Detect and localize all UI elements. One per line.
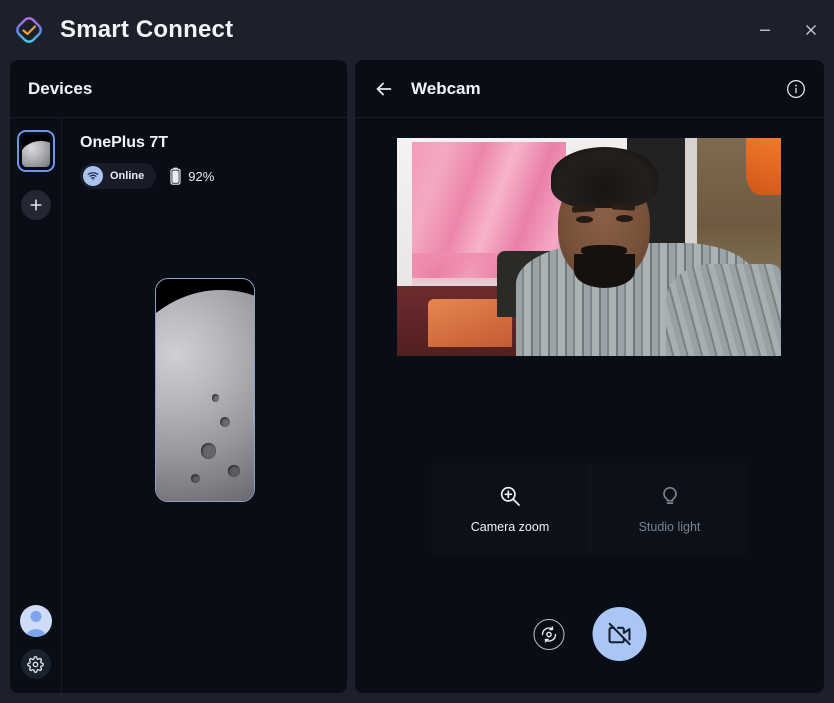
- battery-percent: 92%: [188, 169, 214, 184]
- minimize-button[interactable]: [742, 7, 788, 53]
- devices-title: Devices: [28, 79, 92, 99]
- device-name: OnePlus 7T: [80, 134, 347, 152]
- webcam-panel: Webcam: [355, 60, 824, 693]
- add-device-button[interactable]: [21, 190, 51, 220]
- smart-connect-logo-icon: [14, 15, 44, 45]
- moon-crater: [220, 417, 230, 427]
- scene-orange-cloth: [746, 138, 781, 195]
- webcam-scene: [397, 138, 781, 356]
- avatar-shoulders: [25, 629, 47, 637]
- device-info: OnePlus 7T: [62, 118, 347, 189]
- device-thumbnail-screen: [22, 135, 50, 167]
- device-rail: [10, 118, 62, 693]
- lightbulb-icon: [658, 484, 682, 508]
- phone-screen-preview[interactable]: [155, 278, 255, 502]
- battery-status: 92%: [170, 167, 214, 185]
- moon-crater: [228, 465, 240, 476]
- user-avatar-icon[interactable]: [20, 605, 52, 637]
- feature-camera-zoom-label: Camera zoom: [471, 520, 550, 534]
- main-body: Devices: [0, 60, 834, 703]
- devices-panel: Devices: [10, 60, 347, 693]
- devices-panel-body: OnePlus 7T: [10, 118, 347, 693]
- rail-bottom-actions: [10, 605, 61, 679]
- app-title: Smart Connect: [60, 16, 233, 44]
- device-thumbnail-oneplus-7t[interactable]: [17, 130, 55, 172]
- camera-flip-icon[interactable]: [533, 619, 564, 650]
- device-meta: Online 92%: [80, 163, 347, 189]
- feature-studio-light[interactable]: Studio light: [590, 463, 749, 555]
- avatar-head: [30, 611, 41, 622]
- feature-camera-zoom[interactable]: Camera zoom: [431, 463, 590, 555]
- info-icon[interactable]: [786, 79, 806, 99]
- phone-volume-button: [253, 363, 255, 392]
- wifi-icon: [83, 166, 103, 186]
- video-off-icon[interactable]: [592, 607, 646, 661]
- devices-panel-header: Devices: [10, 60, 347, 118]
- zoom-in-icon: [498, 484, 522, 508]
- smart-connect-window: Smart Connect Devices: [0, 0, 834, 703]
- gear-icon[interactable]: [21, 649, 51, 679]
- feature-studio-light-label: Studio light: [639, 520, 701, 534]
- close-button[interactable]: [788, 7, 834, 53]
- moon-crater: [201, 443, 217, 459]
- moon-crater: [212, 394, 219, 401]
- webcam-panel-header: Webcam: [355, 60, 824, 118]
- window-controls: [742, 0, 834, 60]
- webcam-panel-body: Camera zoom Studio light: [355, 118, 824, 693]
- moon-wallpaper-thumb: [22, 141, 50, 167]
- status-badge-label: Online: [110, 170, 144, 182]
- status-badge: Online: [80, 163, 156, 189]
- person-eyebrow-left: [572, 205, 595, 212]
- person-arm: [666, 264, 781, 356]
- device-detail-column: OnePlus 7T: [62, 118, 347, 693]
- battery-icon: [170, 167, 181, 185]
- person-hair: [551, 147, 659, 208]
- webcam-controls: [533, 607, 646, 661]
- webcam-features: Camera zoom Studio light: [431, 463, 749, 555]
- webcam-video-feed: [397, 138, 781, 356]
- phone-power-button: [253, 403, 255, 423]
- back-arrow-icon[interactable]: [373, 78, 395, 100]
- title-bar: Smart Connect: [0, 0, 834, 60]
- webcam-title: Webcam: [411, 79, 481, 99]
